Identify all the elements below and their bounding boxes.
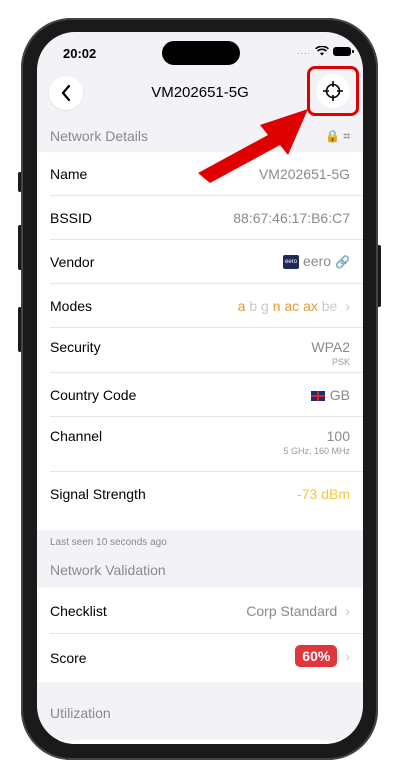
- annotation-arrow: [198, 109, 308, 183]
- country-label: Country Code: [50, 387, 137, 403]
- section-header-network-validation: Network Validation: [37, 555, 363, 585]
- security-label: Security: [50, 339, 101, 355]
- checklist-name: Corp Standard: [246, 603, 338, 619]
- utilization-list: [37, 740, 363, 744]
- chevron-right-icon: ›: [345, 648, 350, 664]
- section-header-utilization: Utilization: [37, 698, 363, 728]
- section-title: Network Validation: [50, 562, 166, 578]
- mode-n: n: [272, 298, 281, 314]
- mode-ax: ax: [303, 298, 318, 314]
- crosshair-icon: [323, 81, 343, 101]
- mode-ac: ac: [284, 298, 300, 314]
- channel-subvalue: 5 GHz, 160 MHz: [283, 446, 350, 456]
- section-title: Utilization: [50, 705, 111, 721]
- network-validation-list: Checklist Corp Standard › Score 60% ›: [37, 588, 363, 682]
- mode-g: g: [261, 298, 269, 314]
- row-bssid: BSSID 88:67:46:17:B6:C7: [50, 196, 363, 240]
- score-badge: 60%: [295, 645, 338, 667]
- channel-value: 100: [326, 428, 350, 444]
- lock-icon: 🔒 ⌗: [324, 129, 350, 143]
- score-label: Score: [50, 650, 87, 666]
- name-label: Name: [50, 166, 88, 182]
- mode-be: be: [321, 298, 338, 314]
- mode-b: b: [249, 298, 258, 314]
- country-value: GB: [310, 387, 350, 403]
- bssid-value: 88:67:46:17:B6:C7: [233, 210, 350, 226]
- bssid-label: BSSID: [50, 210, 93, 226]
- battery-icon: [333, 46, 354, 56]
- wifi-icon: [315, 46, 329, 56]
- security-subvalue: PSK: [331, 357, 350, 367]
- row-country: Country Code GB: [50, 373, 363, 417]
- last-seen-text: Last seen 10 seconds ago: [50, 537, 167, 548]
- network-details-list: Name VM202651-5G BSSID 88:67:46:17:B6:C7…: [37, 152, 363, 530]
- uk-flag-icon: [310, 391, 325, 402]
- row-security: Security WPA2 PSK: [50, 328, 363, 373]
- modes-list: a b g n ac ax be: [238, 298, 338, 314]
- status-icons: ....: [296, 46, 354, 56]
- signal-value: -73 dBm: [297, 486, 350, 502]
- row-score[interactable]: Score 60% ›: [50, 634, 363, 682]
- country-code: GB: [329, 387, 350, 403]
- link-icon: 🔗: [335, 255, 350, 269]
- eero-logo: eero: [283, 255, 300, 270]
- vendor-value[interactable]: eero eero 🔗: [283, 253, 350, 270]
- chevron-right-icon: ›: [345, 298, 350, 314]
- channel-label: Channel: [50, 428, 103, 444]
- row-modes[interactable]: Modes a b g n ac ax be ›: [50, 284, 363, 328]
- checklist-label: Checklist: [50, 603, 107, 619]
- score-value[interactable]: 60% ›: [295, 645, 350, 667]
- row-channel: Channel 100 5 GHz, 160 MHz: [50, 417, 363, 472]
- chevron-right-icon: ›: [345, 603, 350, 619]
- row-signal: Signal Strength -73 dBm: [50, 472, 363, 517]
- signal-label: Signal Strength: [50, 486, 146, 502]
- status-time: 20:02: [63, 46, 97, 61]
- vendor-label: Vendor: [50, 254, 95, 270]
- dynamic-island: [162, 41, 240, 65]
- cellular-signal-icon: ....: [296, 46, 311, 56]
- security-value: WPA2: [311, 339, 350, 355]
- modes-label: Modes: [50, 298, 93, 314]
- mode-a: a: [237, 298, 246, 314]
- row-vendor[interactable]: Vendor eero eero 🔗: [50, 240, 363, 284]
- row-checklist[interactable]: Checklist Corp Standard ›: [50, 588, 363, 634]
- vendor-name: eero: [303, 253, 332, 269]
- section-title: Network Details: [50, 128, 149, 144]
- modes-value: a b g n ac ax be ›: [238, 298, 350, 314]
- checklist-value[interactable]: Corp Standard ›: [246, 603, 350, 619]
